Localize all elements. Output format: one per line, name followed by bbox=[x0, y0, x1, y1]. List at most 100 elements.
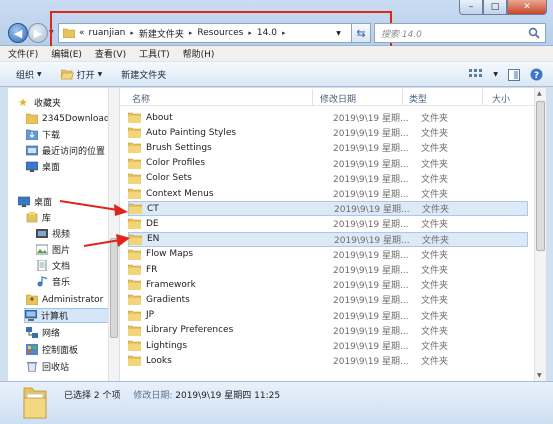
music-icon bbox=[37, 276, 48, 287]
minimize-button[interactable]: – bbox=[459, 0, 483, 15]
new-folder-button[interactable]: 新建文件夹 bbox=[121, 68, 166, 81]
nav-item-music[interactable]: 音乐 bbox=[36, 274, 70, 289]
recycle-bin-icon bbox=[27, 362, 37, 372]
nav-item-pictures[interactable]: 图片 bbox=[36, 242, 70, 257]
file-row[interactable]: Looks 2019\9\19 星期... 文件夹 bbox=[128, 353, 528, 368]
search-input[interactable]: 搜索 14.0 bbox=[374, 23, 546, 43]
nav-item-computer[interactable]: 计算机 bbox=[24, 308, 118, 323]
nav-desktop[interactable]: 桌面 bbox=[18, 194, 52, 209]
file-type: 文件夹 bbox=[421, 174, 449, 185]
scroll-up-icon[interactable]: ▲ bbox=[537, 90, 542, 97]
library-icon bbox=[26, 212, 38, 223]
nav-item-2345downloads[interactable]: 2345Downloads bbox=[26, 111, 114, 126]
menu-file[interactable]: 文件(F) bbox=[8, 47, 38, 60]
recent-places-icon bbox=[26, 145, 38, 156]
folder-icon bbox=[128, 112, 141, 123]
column-date[interactable]: 修改日期 bbox=[320, 92, 356, 105]
close-button[interactable]: ✕ bbox=[507, 0, 547, 15]
file-row[interactable]: Library Preferences 2019\9\19 星期... 文件夹 bbox=[128, 323, 528, 338]
file-date: 2019\9\19 星期... bbox=[333, 296, 409, 307]
modified-value: 2019\9\19 星期四 11:25 bbox=[175, 391, 281, 401]
file-row[interactable]: Lightings 2019\9\19 星期... 文件夹 bbox=[128, 338, 528, 353]
control-panel-icon bbox=[26, 344, 38, 355]
nav-scrollbar-thumb[interactable] bbox=[110, 238, 118, 338]
file-row[interactable]: EN 2019\9\19 星期... 文件夹 bbox=[128, 231, 528, 247]
file-row[interactable]: Framework 2019\9\19 星期... 文件夹 bbox=[128, 277, 528, 292]
column-divider[interactable] bbox=[402, 89, 403, 105]
menu-tools[interactable]: 工具(T) bbox=[139, 47, 170, 60]
scroll-down-icon[interactable]: ▼ bbox=[537, 372, 542, 379]
file-row[interactable]: Flow Maps 2019\9\19 星期... 文件夹 bbox=[128, 247, 528, 262]
file-row[interactable]: Color Profiles 2019\9\19 星期... 文件夹 bbox=[128, 156, 528, 171]
file-name: Lightings bbox=[146, 340, 188, 351]
column-divider[interactable] bbox=[482, 89, 483, 105]
file-row[interactable]: JP 2019\9\19 星期... 文件夹 bbox=[128, 308, 528, 323]
column-divider[interactable] bbox=[312, 89, 313, 105]
menu-edit[interactable]: 编辑(E) bbox=[51, 47, 82, 60]
file-row[interactable]: DE 2019\9\19 星期... 文件夹 bbox=[128, 216, 528, 231]
file-row[interactable]: CT 2019\9\19 星期... 文件夹 bbox=[128, 201, 528, 217]
nav-desktop-label: 桌面 bbox=[34, 198, 53, 208]
file-date: 2019\9\19 星期... bbox=[333, 266, 409, 276]
search-placeholder: 搜索 14.0 bbox=[381, 29, 422, 40]
nav-library[interactable]: 库 bbox=[26, 210, 51, 225]
maximize-button[interactable]: □ bbox=[483, 0, 507, 15]
file-date: 2019\9\19 星期... bbox=[333, 342, 409, 352]
folder-icon bbox=[128, 355, 141, 367]
file-row[interactable]: Context Menus 2019\9\19 星期... 文件夹 bbox=[128, 186, 528, 201]
back-button[interactable]: ◀ bbox=[8, 23, 28, 43]
file-row[interactable]: Auto Painting Styles 2019\9\19 星期... 文件夹 bbox=[128, 125, 528, 140]
file-row[interactable]: About 2019\9\19 星期... 文件夹 bbox=[128, 110, 528, 125]
file-date: 2019\9\19 星期... bbox=[333, 190, 409, 200]
column-size[interactable]: 大小 bbox=[492, 92, 510, 105]
view-options-icon[interactable] bbox=[469, 68, 483, 81]
column-type[interactable]: 类型 bbox=[409, 92, 427, 105]
nav-item-label: 文档 bbox=[52, 262, 71, 272]
folder-icon bbox=[128, 249, 141, 260]
file-type: 文件夹 bbox=[421, 296, 449, 307]
file-name: Auto Painting Styles bbox=[146, 127, 237, 138]
folder-icon bbox=[128, 219, 141, 230]
file-date: 2019\9\19 星期... bbox=[333, 159, 409, 170]
video-icon bbox=[36, 229, 48, 238]
nav-item-desktop-fav[interactable]: 桌面 bbox=[26, 159, 60, 174]
selection-count: 已选择 2 个项 bbox=[64, 391, 121, 401]
search-icon[interactable] bbox=[528, 27, 540, 39]
folder-icon bbox=[128, 143, 141, 154]
file-list-scrollbar-thumb[interactable] bbox=[536, 101, 545, 251]
file-name: Color Sets bbox=[146, 173, 192, 184]
nav-item-recent-places[interactable]: 最近访问的位置 bbox=[26, 143, 105, 158]
chevron-down-icon: ▼ bbox=[97, 70, 103, 78]
organize-button[interactable]: 组织 ▼ bbox=[16, 68, 42, 81]
menu-view[interactable]: 查看(V) bbox=[95, 47, 126, 60]
nav-item-network[interactable]: 网络 bbox=[26, 325, 60, 340]
file-row[interactable]: FR 2019\9\19 星期... 文件夹 bbox=[128, 262, 528, 277]
file-date: 2019\9\19 星期... bbox=[333, 357, 409, 368]
nav-favorites-label: 收藏夹 bbox=[34, 99, 62, 109]
nav-item-control-panel[interactable]: 控制面板 bbox=[26, 342, 78, 357]
preview-pane-icon[interactable] bbox=[508, 68, 520, 81]
menu-help[interactable]: 帮助(H) bbox=[183, 47, 215, 60]
nav-item-downloads[interactable]: 下载 bbox=[26, 127, 60, 142]
open-button[interactable]: 打开 ▼ bbox=[60, 68, 103, 81]
file-row[interactable]: Color Sets 2019\9\19 星期... 文件夹 bbox=[128, 171, 528, 186]
file-row[interactable]: Gradients 2019\9\19 星期... 文件夹 bbox=[128, 292, 528, 307]
folder-icon bbox=[128, 127, 141, 139]
column-header: 名称 修改日期 类型 大小 bbox=[120, 88, 534, 106]
nav-favorites[interactable]: ★ 收藏夹 bbox=[18, 95, 61, 110]
file-name: FR bbox=[146, 264, 158, 275]
nav-item-videos[interactable]: 视频 bbox=[36, 226, 70, 241]
forward-button[interactable]: ▶ bbox=[28, 23, 48, 43]
file-name: CT bbox=[147, 203, 159, 214]
help-icon[interactable]: ? bbox=[530, 68, 543, 81]
file-list-scrollbar[interactable]: ▲ ▼ bbox=[534, 88, 546, 381]
nav-item-recycle-bin[interactable]: 回收站 bbox=[26, 359, 69, 374]
folder-icon bbox=[128, 158, 141, 169]
picture-icon bbox=[36, 244, 48, 255]
view-dropdown-icon[interactable]: ▼ bbox=[493, 71, 498, 78]
column-name[interactable]: 名称 bbox=[132, 92, 150, 105]
file-name: Context Menus bbox=[146, 188, 214, 199]
file-row[interactable]: Brush Settings 2019\9\19 星期... 文件夹 bbox=[128, 140, 528, 155]
nav-item-administrator[interactable]: Administrator bbox=[26, 292, 103, 307]
nav-item-documents[interactable]: 文档 bbox=[36, 258, 70, 273]
